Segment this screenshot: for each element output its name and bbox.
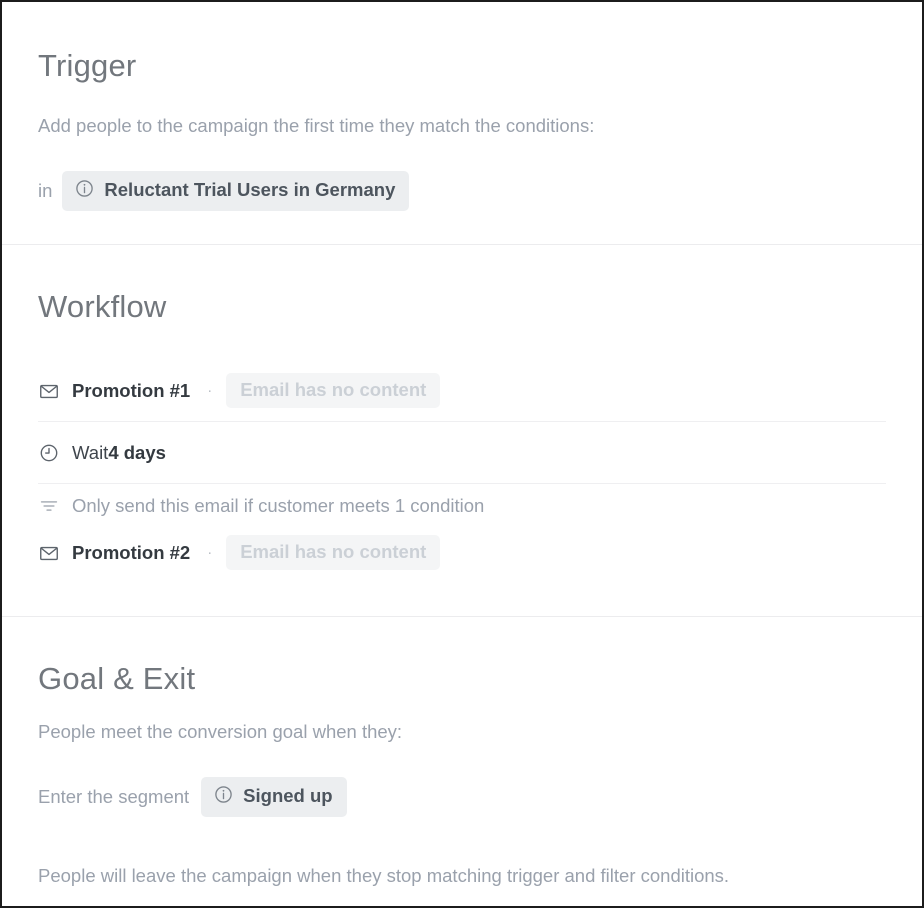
filter-icon	[38, 495, 72, 517]
workflow-step-email-2-label: Promotion #2	[72, 541, 191, 563]
campaign-summary-panel: Trigger Add people to the campaign the f…	[0, 0, 924, 908]
workflow-step-separator: ·	[207, 382, 213, 400]
trigger-segment-chip[interactable]: Reluctant Trial Users in Germany	[62, 171, 410, 212]
mail-icon	[38, 542, 72, 564]
trigger-section-title: Trigger	[38, 48, 137, 83]
info-icon	[214, 785, 233, 808]
workflow-step-email-1-label: Promotion #1	[72, 379, 191, 401]
workflow-step-wait-prefix: Wait	[72, 441, 109, 463]
workflow-step-email-1[interactable]: Promotion #1 · Email has no content	[38, 360, 886, 423]
goal-section-title: Goal & Exit	[38, 661, 196, 697]
workflow-step-wait-text: Wait 4 days	[72, 442, 166, 464]
workflow-section-title: Workflow	[38, 289, 167, 325]
trigger-condition-prefix: in	[38, 179, 53, 201]
workflow-step-separator: ·	[207, 544, 213, 562]
goal-and-exit-section: Goal & Exit People meet the conversion g…	[2, 616, 922, 906]
exit-condition-note: People will leave the campaign when they…	[38, 865, 730, 887]
workflow-step-email-2[interactable]: Promotion #2 · Email has no content	[38, 528, 886, 577]
goal-segment-label: Signed up	[243, 785, 333, 807]
mail-icon	[38, 380, 72, 402]
workflow-step-email-2-status-badge[interactable]: Email has no content	[226, 534, 441, 571]
trigger-description: Add people to the campaign the first tim…	[38, 115, 595, 136]
workflow-step-email-1-status-badge[interactable]: Email has no content	[226, 372, 441, 409]
workflow-step-list: Promotion #1 · Email has no content Wait…	[38, 360, 886, 616]
goal-description: People meet the conversion goal when the…	[38, 721, 403, 743]
workflow-step-wait[interactable]: Wait 4 days	[38, 422, 886, 485]
goal-condition-row: Enter the segment Signed up	[38, 777, 886, 818]
goal-condition-prefix: Enter the segment	[38, 785, 190, 807]
workflow-step-filter-label: Only send this email if customer meets 1…	[72, 495, 485, 517]
trigger-segment-label: Reluctant Trial Users in Germany	[104, 179, 396, 201]
trigger-condition-row: in Reluctant Trial Users in Germany	[38, 171, 886, 212]
workflow-step-filter[interactable]: Only send this email if customer meets 1…	[38, 484, 886, 528]
info-icon	[75, 179, 94, 202]
workflow-section: Workflow Promotion #1 · Email has no con…	[2, 244, 922, 616]
trigger-section: Trigger Add people to the campaign the f…	[2, 2, 922, 244]
goal-segment-chip[interactable]: Signed up	[201, 777, 347, 818]
clock-icon	[38, 442, 72, 464]
workflow-list-spacer	[38, 577, 886, 616]
workflow-step-wait-value: 4 days	[108, 441, 166, 463]
